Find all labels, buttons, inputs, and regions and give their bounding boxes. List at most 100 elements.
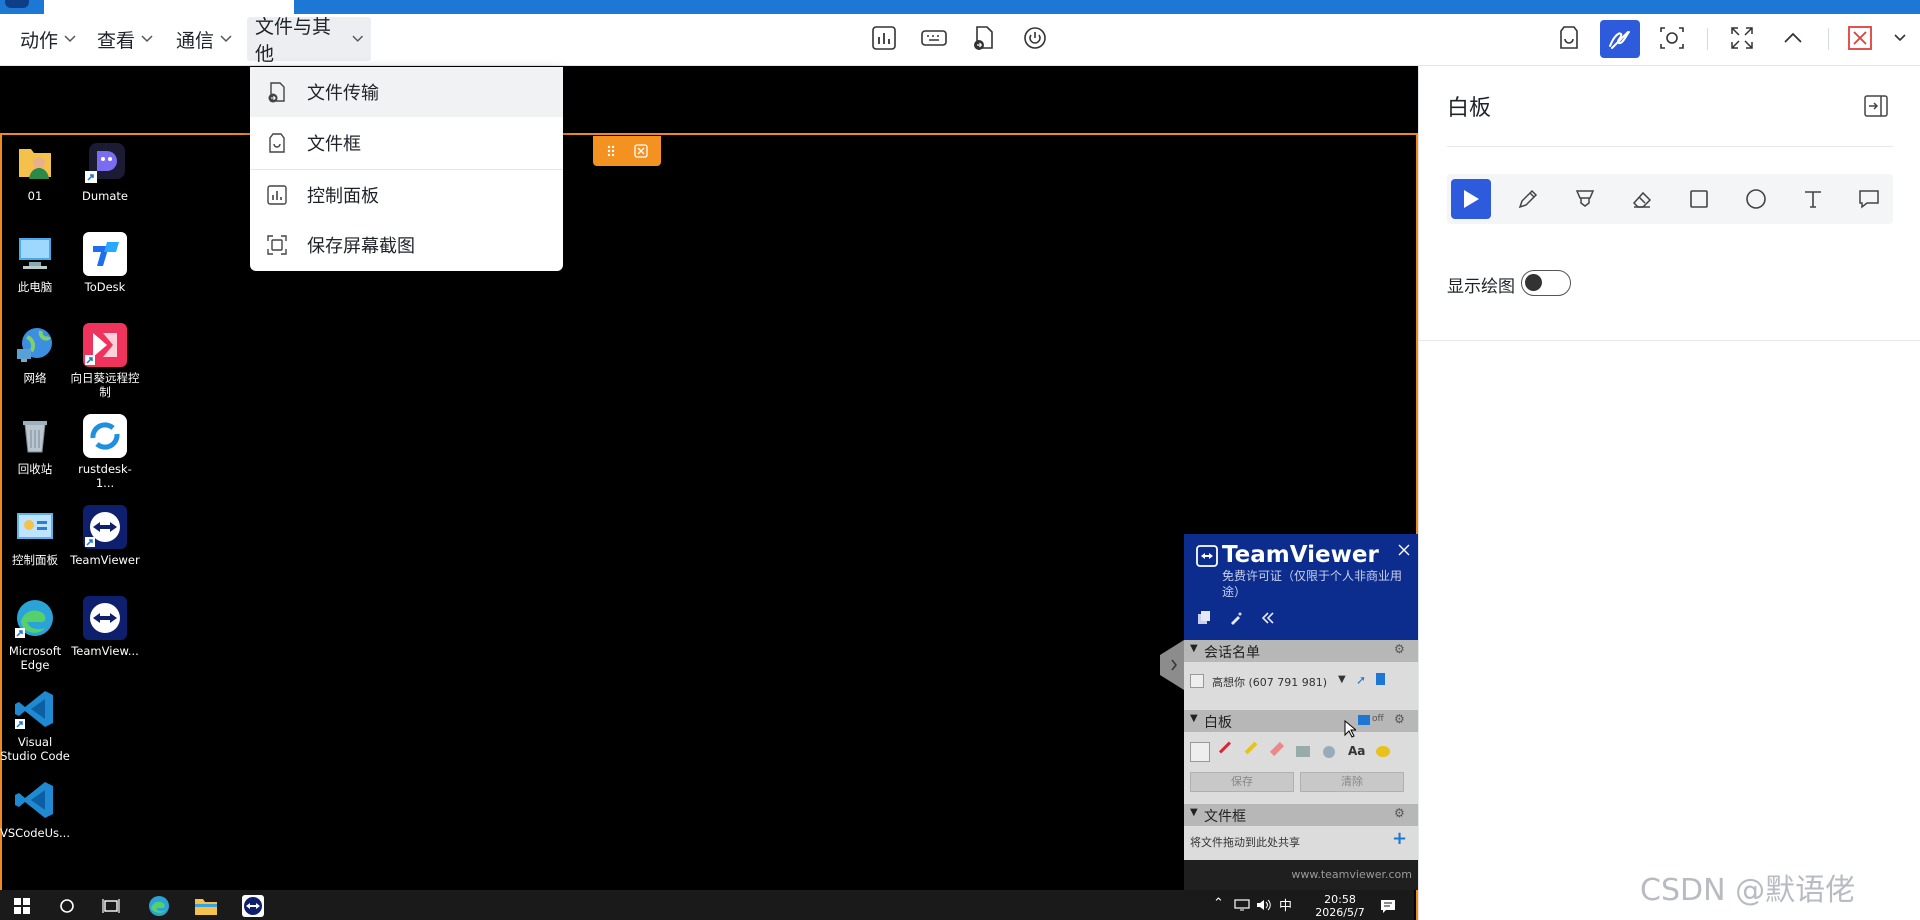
chevron-down-icon: [352, 35, 363, 42]
close-icon[interactable]: [633, 143, 649, 159]
network-tray-icon[interactable]: [1234, 899, 1250, 911]
desktop-icon-teamviewer[interactable]: TeamViewer: [70, 505, 140, 567]
screenshot-camera-icon[interactable]: [1658, 24, 1686, 52]
pencil-tool[interactable]: [1508, 179, 1548, 219]
gear-icon[interactable]: ⚙: [1394, 712, 1405, 726]
comment-tool[interactable]: [1849, 179, 1889, 219]
double-chevron-left-icon[interactable]: [1260, 610, 1276, 626]
desktop-icon-todesk[interactable]: ToDesk: [70, 232, 140, 294]
remote-control-handle[interactable]: [593, 136, 661, 166]
toggle-icon[interactable]: [1358, 715, 1370, 725]
screenshot-icon: [267, 235, 287, 255]
gear-icon[interactable]: ⚙: [1394, 642, 1405, 656]
pen-tool-icon[interactable]: [1218, 741, 1232, 754]
menu-actions[interactable]: 动作: [12, 17, 84, 61]
clock[interactable]: 20:58 2026/5/7: [1300, 893, 1380, 919]
whiteboard-button[interactable]: [1600, 20, 1640, 58]
pointer-tool[interactable]: [1451, 179, 1491, 219]
teamviewer-license: 免费许可证（仅限于个人非商业用途）: [1222, 569, 1403, 599]
dropdown-item-label: 控制面板: [307, 186, 379, 207]
menu-files-other-label: 文件与其他: [255, 16, 332, 65]
keyboard-icon[interactable]: [920, 24, 948, 52]
highlighter-tool-icon[interactable]: [1244, 741, 1258, 755]
file-box-icon[interactable]: [1555, 24, 1583, 52]
chevron-up-icon[interactable]: [1779, 24, 1807, 52]
ellipse-tool[interactable]: [1736, 179, 1776, 219]
menu-communication[interactable]: 通信: [168, 17, 240, 61]
copy-icon[interactable]: [1196, 610, 1212, 626]
menu-view[interactable]: 查看: [89, 17, 161, 61]
volume-icon[interactable]: [1256, 899, 1272, 911]
desktop-icon-this-pc[interactable]: 此电脑: [0, 232, 70, 294]
teamviewer-clear-button[interactable]: 清除: [1300, 772, 1404, 792]
desktop-icon-01[interactable]: 01: [0, 141, 70, 203]
search-icon[interactable]: [59, 898, 75, 914]
desktop-icon-label: VSCodeUs...: [0, 826, 70, 840]
chevron-down-icon: [64, 35, 76, 43]
ime-indicator[interactable]: 中: [1279, 895, 1292, 914]
dropdown-item-file-box[interactable]: 文件框: [250, 118, 563, 168]
eraser-tool[interactable]: [1622, 179, 1662, 219]
triangle-down-icon[interactable]: ▼: [1338, 674, 1346, 685]
teamviewer-session-entry[interactable]: 高想你 (607 791 981): [1212, 674, 1327, 690]
desktop-icon-recycle-bin[interactable]: 回收站: [0, 414, 70, 476]
desktop-icon-control-panel[interactable]: 控制面板: [0, 505, 70, 567]
text-tool-icon[interactable]: Aa: [1348, 744, 1365, 758]
dropdown-item-save-screenshot[interactable]: 保存屏幕截图: [250, 220, 563, 270]
clock-date: 2026/5/7: [1315, 906, 1365, 919]
teamviewer-header: TeamViewer 免费许可证（仅限于个人非商业用途）: [1184, 534, 1418, 640]
windows-start-icon[interactable]: [14, 898, 30, 914]
desktop-icon-sunlogin[interactable]: 向日葵远程控制: [70, 323, 140, 399]
dropdown-item-file-transfer[interactable]: 文件传输: [250, 67, 563, 117]
rectangle-tool[interactable]: [1679, 179, 1719, 219]
text-tool[interactable]: [1793, 179, 1833, 219]
disconnect-icon[interactable]: [1846, 24, 1874, 52]
file-transfer-icon[interactable]: [970, 24, 998, 52]
desktop-icon-teamviewer-2[interactable]: TeamView...: [70, 596, 140, 658]
file-explorer-icon[interactable]: [194, 895, 218, 917]
show-drawing-toggle[interactable]: [1521, 270, 1571, 296]
pointer-tool-icon[interactable]: [1190, 742, 1210, 762]
edge-taskbar-icon[interactable]: [148, 895, 170, 917]
comment-tool-icon[interactable]: [1376, 746, 1390, 757]
dashboard-icon[interactable]: [870, 24, 898, 52]
menu-communication-label: 通信: [176, 29, 215, 52]
desktop-icon-dumate[interactable]: Dumate: [70, 141, 140, 203]
desktop-icon-vscode[interactable]: Visual Studio Code: [0, 687, 70, 763]
task-view-icon[interactable]: [102, 898, 120, 914]
teamviewer-taskbar-icon[interactable]: [241, 894, 265, 918]
fullscreen-icon[interactable]: [1728, 24, 1756, 52]
chevron-down-icon[interactable]: [1886, 24, 1914, 52]
desktop-icon-edge[interactable]: Microsoft Edge: [0, 596, 70, 672]
highlighter-tool[interactable]: [1565, 179, 1605, 219]
rectangle-tool-icon[interactable]: [1296, 746, 1310, 757]
gear-icon[interactable]: ⚙: [1394, 806, 1405, 820]
teamviewer-whiteboard-header[interactable]: ▼ 白板 off ⚙: [1184, 710, 1418, 732]
collapse-panel-icon[interactable]: [1863, 94, 1889, 118]
teamviewer-session-header[interactable]: ▼ 会话名单 ⚙: [1184, 640, 1418, 662]
desktop-icon-vscode-user[interactable]: VSCodeUs...: [0, 778, 70, 840]
menu-files-other[interactable]: 文件与其他: [247, 16, 371, 65]
teamviewer-url[interactable]: www.teamviewer.com: [1291, 868, 1412, 881]
teamviewer-filebox-header[interactable]: ▼ 文件框 ⚙: [1184, 804, 1418, 826]
tray-chevron-up-icon[interactable]: ⌃: [1213, 896, 1224, 911]
notification-icon[interactable]: [1380, 898, 1396, 914]
desktop-icon-label: Microsoft Edge: [8, 644, 62, 672]
desktop-icon-rustdesk[interactable]: rustdesk-1...: [70, 414, 140, 490]
dropdown-item-label: 文件框: [307, 134, 361, 155]
dropdown-item-label: 保存屏幕截图: [307, 236, 415, 257]
teamviewer-save-button[interactable]: 保存: [1190, 772, 1294, 792]
brush-icon[interactable]: [1228, 610, 1244, 626]
desktop-icon-network[interactable]: 网络: [0, 323, 70, 385]
add-icon[interactable]: +: [1392, 828, 1407, 849]
drag-handle-icon[interactable]: [603, 143, 619, 159]
eraser-tool-icon[interactable]: [1269, 741, 1285, 757]
teamviewer-filebox-hint: 将文件拖动到此处共享: [1190, 836, 1300, 849]
toolbar-divider: [1828, 28, 1829, 50]
ellipse-tool-icon[interactable]: [1323, 746, 1335, 758]
power-icon[interactable]: [1021, 24, 1049, 52]
trash-icon[interactable]: [1376, 673, 1385, 685]
pointer-icon[interactable]: ➚: [1356, 673, 1366, 687]
dropdown-item-control-panel[interactable]: 控制面板: [250, 170, 563, 220]
close-icon[interactable]: [1398, 544, 1410, 556]
